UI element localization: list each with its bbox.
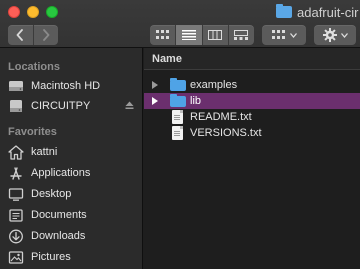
sidebar: Locations Macintosh HD CIRCUITPY Favorit… xyxy=(0,48,143,269)
close-window-button[interactable] xyxy=(8,6,20,18)
gallery-view-icon xyxy=(234,30,249,40)
sidebar-item-applications[interactable]: Applications xyxy=(8,163,138,183)
gear-icon xyxy=(322,28,337,42)
sidebar-item-label: Macintosh HD xyxy=(31,80,101,92)
action-menu-button[interactable] xyxy=(314,25,356,45)
file-row-examples[interactable]: examples xyxy=(144,77,360,93)
locations-header: Locations xyxy=(8,61,60,73)
file-row-lib[interactable]: lib xyxy=(144,93,360,109)
back-forward-group xyxy=(8,25,58,45)
file-name: examples xyxy=(190,79,238,91)
icon-view-icon xyxy=(155,30,169,39)
hard-drive-icon xyxy=(8,78,24,94)
file-name: README.txt xyxy=(190,111,252,123)
chevron-down-icon xyxy=(340,32,348,38)
window-title-text: adafruit-cir xyxy=(297,4,359,20)
file-row-readme[interactable]: README.txt xyxy=(144,109,360,125)
toolbar: adafruit-cir xyxy=(0,0,360,48)
window-title: adafruit-cir xyxy=(276,4,358,20)
sidebar-item-pictures[interactable]: Pictures xyxy=(8,247,138,267)
applications-icon xyxy=(8,165,24,181)
sidebar-item-label: Pictures xyxy=(31,251,71,263)
eject-icon[interactable] xyxy=(125,101,134,113)
text-file-icon xyxy=(170,110,188,124)
sidebar-item-label: kattni xyxy=(31,146,58,158)
file-list: Name examples lib README.txt VERSIONS.tx… xyxy=(144,48,360,269)
file-name: lib xyxy=(190,95,202,107)
group-by-button[interactable] xyxy=(262,25,306,45)
sidebar-item-circuitpy[interactable]: CIRCUITPY xyxy=(8,96,138,116)
sidebar-item-documents[interactable]: Documents xyxy=(8,205,138,225)
disclosure-triangle-icon[interactable] xyxy=(152,81,158,89)
file-name: VERSIONS.txt xyxy=(190,127,262,139)
text-file-icon xyxy=(170,126,188,140)
sidebar-item-downloads[interactable]: Downloads xyxy=(8,226,138,246)
minimize-window-button[interactable] xyxy=(27,6,39,18)
column-header: Name xyxy=(144,48,360,70)
column-view-icon xyxy=(208,30,223,40)
list-view-button[interactable] xyxy=(175,25,202,45)
sidebar-item-label: Applications xyxy=(31,167,91,179)
view-mode-selector xyxy=(150,25,254,45)
pictures-icon xyxy=(8,249,24,265)
documents-icon xyxy=(8,207,24,223)
chevron-right-icon xyxy=(42,29,50,41)
icon-view-button[interactable] xyxy=(150,25,175,45)
downloads-icon xyxy=(8,228,24,244)
sidebar-item-macintosh-hd[interactable]: Macintosh HD xyxy=(8,76,138,96)
sidebar-item-desktop[interactable]: Desktop xyxy=(8,184,138,204)
gallery-view-button[interactable] xyxy=(227,25,254,45)
sidebar-item-label: Desktop xyxy=(31,188,72,200)
folder-icon xyxy=(170,94,188,108)
home-icon xyxy=(8,144,24,160)
external-drive-icon xyxy=(8,98,24,114)
chevron-left-icon xyxy=(16,29,24,41)
name-column-header[interactable]: Name xyxy=(152,53,182,65)
column-view-button[interactable] xyxy=(201,25,228,45)
disclosure-triangle-icon[interactable] xyxy=(152,97,158,105)
zoom-window-button[interactable] xyxy=(46,6,58,18)
group-grid-icon xyxy=(271,30,285,39)
folder-icon xyxy=(170,78,188,92)
sidebar-item-label: Downloads xyxy=(31,230,86,242)
sidebar-item-label: Documents xyxy=(31,209,87,221)
chevron-down-icon xyxy=(289,32,297,38)
list-view-icon xyxy=(181,30,196,40)
favorites-header: Favorites xyxy=(8,126,57,138)
folder-icon xyxy=(276,4,292,18)
sidebar-item-label: CIRCUITPY xyxy=(31,100,91,112)
sidebar-item-kattni[interactable]: kattni xyxy=(8,142,138,162)
forward-button[interactable] xyxy=(32,25,59,45)
back-button[interactable] xyxy=(8,25,33,45)
desktop-icon xyxy=(8,186,24,202)
file-row-versions[interactable]: VERSIONS.txt xyxy=(144,125,360,141)
